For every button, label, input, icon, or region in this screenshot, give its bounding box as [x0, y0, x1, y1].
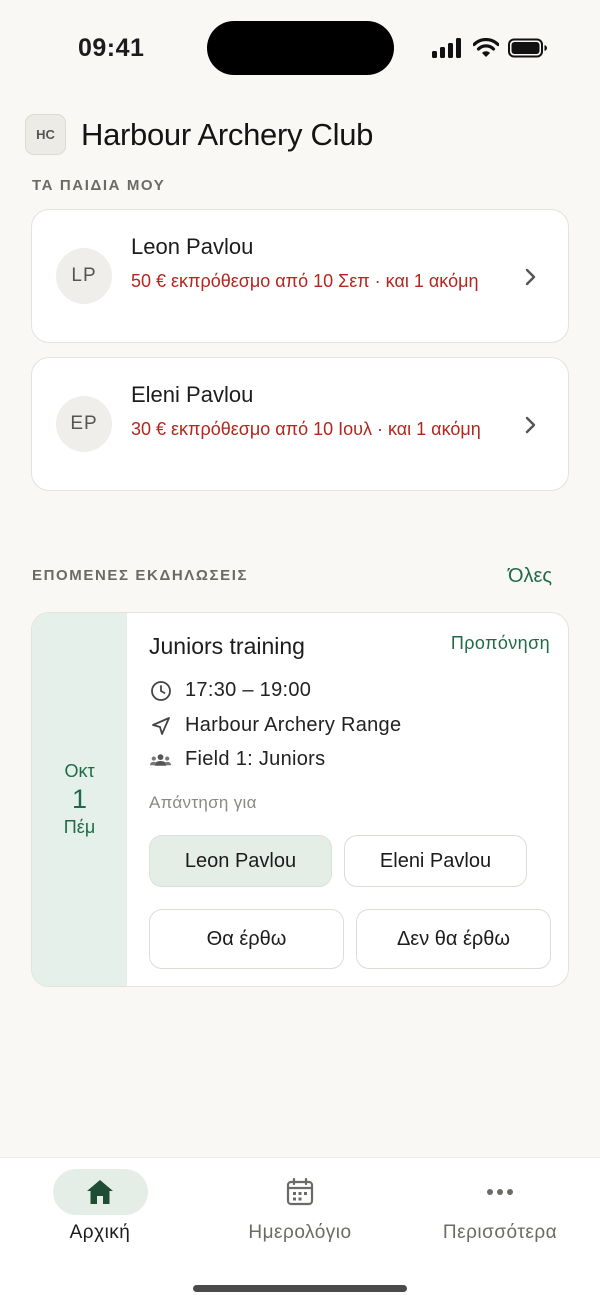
child-name: Leon Pavlou: [131, 234, 254, 259]
event-location: Harbour Archery Range: [185, 714, 402, 736]
home-indicator[interactable]: [193, 1285, 407, 1292]
rsvp-yes-button[interactable]: Θα έρθω: [149, 909, 344, 969]
event-time-row: 17:30 – 19:00: [149, 679, 311, 702]
club-logo: HC: [25, 114, 66, 155]
tab-home-icon-pill: [52, 1169, 148, 1215]
group-icon: [149, 750, 172, 770]
avatar: LP: [56, 248, 112, 304]
answer-for-label: Απάντηση για: [149, 793, 257, 812]
event-card[interactable]: Οκτ 1 Πέμ Juniors training Προπόνηση 17:…: [31, 612, 569, 987]
signal-icon: [432, 38, 461, 58]
status-time: 09:41: [78, 34, 145, 62]
event-day: 1: [71, 784, 88, 814]
navigation-arrow-icon: [149, 715, 172, 737]
tab-more-label: Περισσότερα: [442, 1222, 558, 1243]
rsvp-no-button[interactable]: Δεν θα έρθω: [356, 909, 551, 969]
tab-calendar-label: Ημερολόγιο: [248, 1222, 352, 1243]
wifi-icon: [473, 38, 499, 57]
calendar-icon: [286, 1177, 314, 1206]
home-icon: [87, 1180, 113, 1204]
tab-more-icon-pill: [453, 1169, 548, 1215]
chevron-right-icon: [525, 268, 536, 286]
event-time: 17:30 – 19:00: [185, 679, 312, 701]
event-month: Οκτ: [64, 761, 95, 781]
all-events-link[interactable]: Όλες: [508, 565, 552, 588]
tab-calendar[interactable]: Ημερολόγιο: [200, 1158, 400, 1268]
battery-icon: [508, 38, 547, 58]
event-group-row: Field 1: Juniors: [149, 748, 325, 771]
tab-home[interactable]: Αρχική: [0, 1158, 200, 1268]
tab-calendar-icon-pill: [253, 1169, 348, 1215]
overdue-text: 30 € εκπρόθεσμο από 10 Ιουλ · και 1 ακόμ…: [131, 419, 481, 439]
event-group: Field 1: Juniors: [185, 748, 326, 770]
page-title: Harbour Archery Club: [81, 116, 374, 152]
tab-bar: Αρχική Ημερολόγιο Περισσότερα: [0, 1157, 600, 1304]
tab-more[interactable]: Περισσότερα: [400, 1158, 600, 1268]
event-title: Juniors training: [149, 633, 305, 659]
status-bar: 09:41: [0, 0, 600, 96]
status-icons: [432, 38, 548, 58]
child-select-leon[interactable]: Leon Pavlou: [149, 835, 332, 887]
overdue-text: 50 € εκπρόθεσμο από 10 Σεπ · και 1 ακόμη: [131, 271, 479, 291]
more-icon: [487, 1189, 513, 1195]
event-date: Οκτ 1 Πέμ: [32, 613, 127, 986]
clock-icon: [149, 680, 172, 702]
dynamic-island: [207, 21, 394, 75]
tab-home-label: Αρχική: [69, 1222, 131, 1243]
app-header: HC Harbour Archery Club: [25, 114, 373, 155]
event-weekday: Πέμ: [63, 817, 96, 837]
child-card-eleni[interactable]: EP Eleni Pavlou 30 € εκπρόθεσμο από 10 Ι…: [31, 357, 569, 491]
events-section-label: ΕΠΟΜΕΝΕΣ ΕΚΔΗΛΩΣΕΙΣ: [32, 567, 249, 584]
children-section-label: ΤΑ ΠΑΙΔΙΑ ΜΟΥ: [32, 177, 166, 194]
avatar: EP: [56, 396, 112, 452]
chevron-right-icon: [525, 416, 536, 434]
event-type-badge: Προπόνηση: [450, 633, 550, 653]
child-name: Eleni Pavlou: [131, 382, 254, 407]
child-select-eleni[interactable]: Eleni Pavlou: [344, 835, 527, 887]
event-location-row: Harbour Archery Range: [149, 714, 401, 737]
child-card-leon[interactable]: LP Leon Pavlou 50 € εκπρόθεσμο από 10 Σε…: [31, 209, 569, 343]
